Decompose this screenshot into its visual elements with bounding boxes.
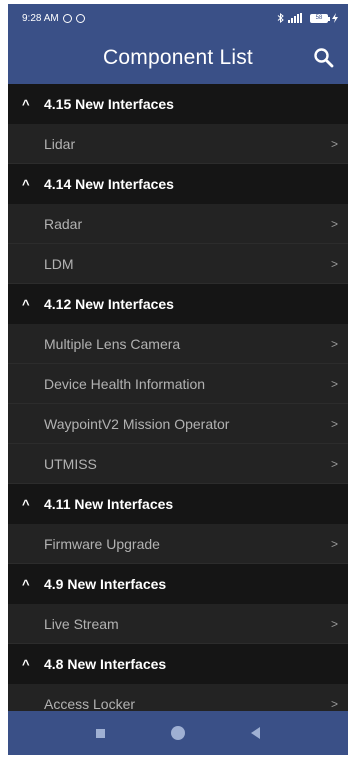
list-item-label: Firmware Upgrade — [44, 535, 160, 552]
collapse-caret-icon: ^ — [22, 176, 30, 192]
battery-level: 58 — [315, 15, 323, 21]
chevron-right-icon: > — [330, 256, 338, 271]
section-title: 4.12 New Interfaces — [44, 296, 174, 312]
list-item-firmware-upgrade[interactable]: Firmware Upgrade > — [8, 524, 348, 564]
list-item-label: Live Stream — [44, 615, 119, 632]
chevron-right-icon: > — [330, 416, 338, 431]
system-nav-bar — [8, 711, 348, 755]
list-item-waypointv2-mission-operator[interactable]: WaypointV2 Mission Operator > — [8, 404, 348, 444]
section-title: 4.14 New Interfaces — [44, 176, 174, 192]
device-screen: 9:28 AM 58 Component List ^ 4.15 New Int… — [8, 4, 348, 755]
section-title: 4.15 New Interfaces — [44, 96, 174, 112]
charging-icon — [332, 13, 338, 23]
list-item-utmiss[interactable]: UTMISS > — [8, 444, 348, 484]
section-header-4-12[interactable]: ^ 4.12 New Interfaces — [8, 284, 348, 324]
status-right: 58 — [277, 13, 338, 23]
chevron-right-icon: > — [330, 696, 338, 711]
component-list: ^ 4.15 New Interfaces Lidar > ^ 4.14 New… — [8, 84, 348, 724]
list-item-label: Access Locker — [44, 695, 136, 712]
list-item-label: Lidar — [44, 135, 76, 152]
section-title: 4.11 New Interfaces — [44, 496, 174, 512]
recent-apps-icon[interactable] — [96, 728, 105, 738]
battery-icon: 58 — [310, 13, 330, 23]
bluetooth-icon — [277, 13, 284, 23]
chevron-right-icon: > — [330, 376, 338, 391]
notification-icon — [75, 13, 85, 23]
chevron-right-icon: > — [330, 336, 338, 351]
collapse-caret-icon: ^ — [22, 656, 30, 672]
collapse-caret-icon: ^ — [22, 296, 30, 312]
app-header: Component List — [8, 32, 348, 84]
list-item-radar[interactable]: Radar > — [8, 204, 348, 244]
status-bar: 9:28 AM 58 — [8, 4, 348, 32]
chevron-right-icon: > — [330, 216, 338, 231]
list-item-label: Radar — [44, 215, 83, 232]
signal-icon — [288, 13, 302, 23]
collapse-caret-icon: ^ — [22, 96, 30, 112]
back-icon[interactable] — [251, 727, 260, 739]
chevron-right-icon: > — [330, 136, 338, 151]
list-item-label: Multiple Lens Camera — [44, 335, 181, 352]
chevron-right-icon: > — [330, 616, 338, 631]
status-left: 9:28 AM — [22, 13, 85, 24]
list-item-live-stream[interactable]: Live Stream > — [8, 604, 348, 644]
list-item-ldm[interactable]: LDM > — [8, 244, 348, 284]
section-header-4-9[interactable]: ^ 4.9 New Interfaces — [8, 564, 348, 604]
search-icon — [314, 48, 334, 68]
notification-icon — [62, 13, 72, 23]
list-item-device-health-information[interactable]: Device Health Information > — [8, 364, 348, 404]
list-item-label: WaypointV2 Mission Operator — [44, 415, 230, 432]
section-header-4-15[interactable]: ^ 4.15 New Interfaces — [8, 84, 348, 124]
search-button[interactable] — [312, 46, 336, 70]
section-header-4-8[interactable]: ^ 4.8 New Interfaces — [8, 644, 348, 684]
list-item-lidar[interactable]: Lidar > — [8, 124, 348, 164]
section-title: 4.9 New Interfaces — [44, 576, 167, 592]
list-item-multiple-lens-camera[interactable]: Multiple Lens Camera > — [8, 324, 348, 364]
section-header-4-11[interactable]: ^ 4.11 New Interfaces — [8, 484, 348, 524]
home-icon[interactable] — [171, 726, 185, 740]
list-item-label: UTMISS — [44, 455, 97, 472]
chevron-right-icon: > — [330, 536, 338, 551]
list-item-label: Device Health Information — [44, 375, 206, 392]
collapse-caret-icon: ^ — [22, 576, 30, 592]
section-title: 4.8 New Interfaces — [44, 656, 167, 672]
list-item-label: LDM — [44, 255, 74, 272]
status-time: 9:28 AM — [22, 12, 59, 24]
chevron-right-icon: > — [330, 456, 338, 471]
section-header-4-14[interactable]: ^ 4.14 New Interfaces — [8, 164, 348, 204]
page-title: Component List — [103, 46, 253, 69]
collapse-caret-icon: ^ — [22, 496, 30, 512]
